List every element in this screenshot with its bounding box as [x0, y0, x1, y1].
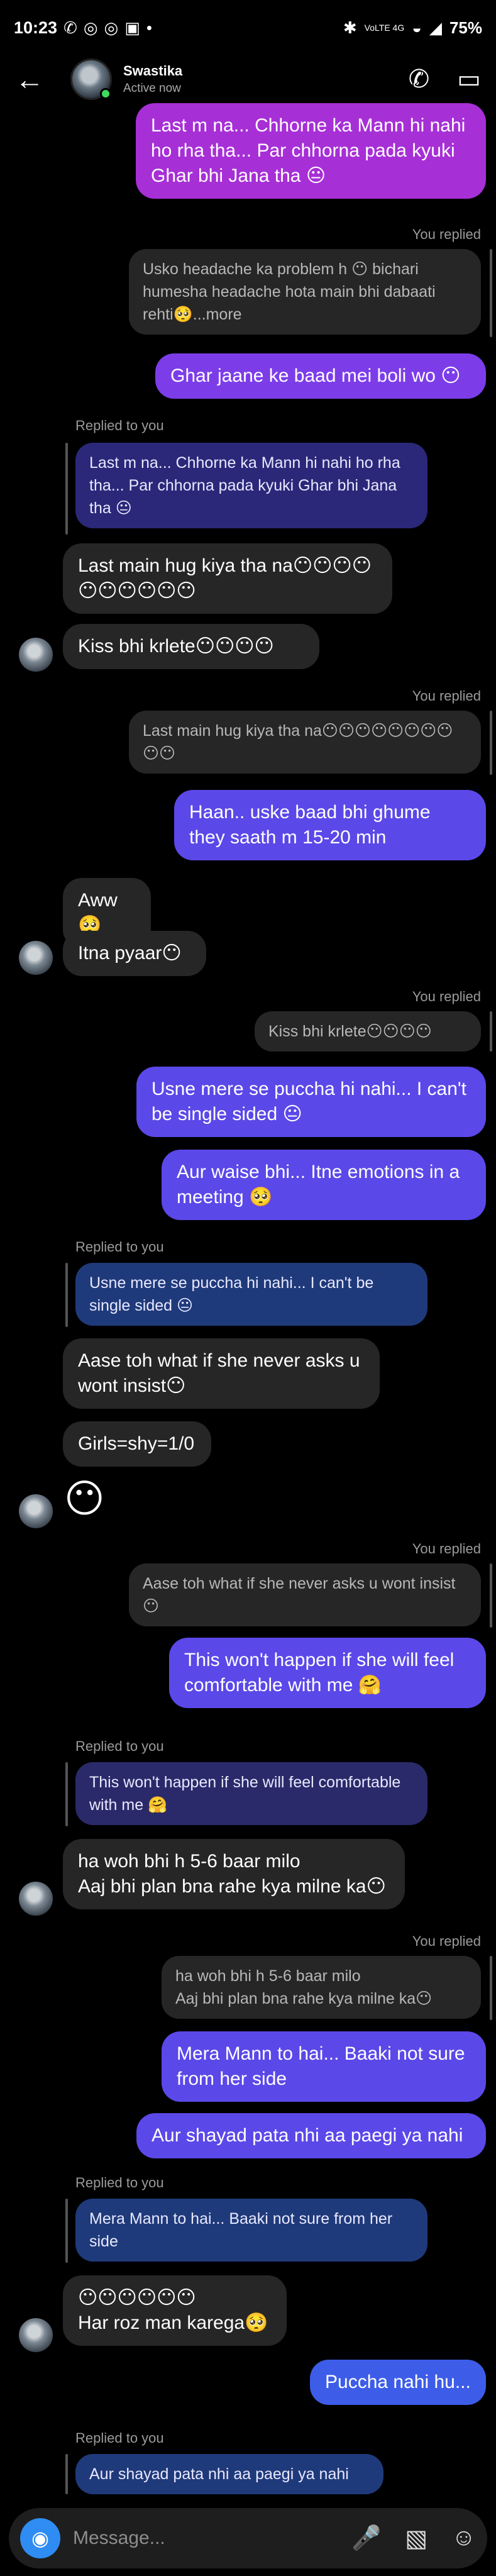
- reply-bar: [490, 711, 492, 775]
- outgoing-message[interactable]: Haan.. uske baad bhi ghume they saath m …: [174, 790, 486, 860]
- reply-bar: [490, 1956, 492, 2020]
- reply-label: Replied to you: [75, 2430, 164, 2446]
- reply-bar: [490, 1011, 492, 1052]
- reply-bar: [65, 2199, 68, 2263]
- back-arrow-icon[interactable]: ←: [15, 62, 53, 96]
- dot-icon: •: [146, 18, 152, 37]
- reply-bar: [65, 1263, 68, 1327]
- outgoing-message[interactable]: This won't happen if she will feel comfo…: [169, 1638, 486, 1708]
- reply-bar: [65, 443, 68, 535]
- incoming-message[interactable]: ha woh bhi h 5-6 baar milo Aaj bhi plan …: [63, 1839, 405, 1909]
- reply-label: Replied to you: [75, 2175, 164, 2190]
- facebook-icon: ▣: [124, 18, 140, 37]
- network-label: VoLTE 4G: [364, 23, 405, 33]
- reply-label: Replied to you: [75, 1239, 164, 1255]
- reply-quote[interactable]: Usko headache ka problem h 😶 bichari hum…: [129, 249, 481, 335]
- message-composer: ◉ Message... 🎤 ▧ ☺: [9, 2508, 487, 2568]
- reply-bar: [490, 1563, 492, 1628]
- phone-icon[interactable]: ✆: [409, 65, 430, 94]
- whatsapp-icon: ✆: [63, 18, 77, 37]
- sender-avatar[interactable]: [19, 1882, 53, 1916]
- video-call-icon[interactable]: ▭: [457, 65, 481, 94]
- reply-label: You replied: [412, 1541, 481, 1557]
- incoming-message[interactable]: Girls=shy=1/0: [63, 1421, 211, 1467]
- incoming-message[interactable]: Aase toh what if she never asks u wont i…: [63, 1338, 380, 1409]
- outgoing-message[interactable]: Mera Mann to hai... Baaki not sure from …: [162, 2031, 486, 2102]
- bluetooth-icon: ✱: [343, 18, 357, 37]
- reply-quote[interactable]: Last m na... Chhorne ka Mann hi nahi ho …: [75, 443, 427, 528]
- sender-avatar[interactable]: [19, 1494, 53, 1528]
- status-bar: 10:23 ✆ ◎ ◎ ▣ • ✱ VoLTE 4G ◒ ◢ 75%: [0, 0, 496, 55]
- message-list[interactable]: Last m na... Chhorne ka Mann hi nahi ho …: [0, 103, 496, 2501]
- reply-bar: [490, 249, 492, 337]
- instagram-icon: ◎: [104, 18, 119, 37]
- clock: 10:23: [14, 18, 58, 37]
- reply-quote[interactable]: Usne mere se puccha hi nahi... I can't b…: [75, 1263, 427, 1326]
- sender-avatar[interactable]: [19, 941, 53, 975]
- camera-icon[interactable]: ◉: [20, 2518, 60, 2558]
- reply-quote[interactable]: Mera Mann to hai... Baaki not sure from …: [75, 2199, 427, 2262]
- outgoing-message[interactable]: Usne mere se puccha hi nahi... I can't b…: [136, 1067, 486, 1137]
- instagram-icon: ◎: [83, 18, 98, 37]
- reply-label: Replied to you: [75, 418, 164, 433]
- outgoing-message[interactable]: Aur waise bhi... Itne emotions in a meet…: [162, 1150, 486, 1220]
- reply-label: Replied to you: [75, 1738, 164, 1754]
- microphone-icon[interactable]: 🎤: [351, 2524, 381, 2553]
- contact-status: Active now: [123, 82, 181, 95]
- battery-label: 75%: [449, 18, 482, 37]
- emoji-message[interactable]: 😶: [64, 1475, 105, 1521]
- reply-label: You replied: [412, 688, 481, 704]
- reply-label: You replied: [412, 989, 481, 1004]
- reply-bar: [65, 1762, 68, 1826]
- outgoing-message[interactable]: Puccha nahi hu...: [310, 2360, 486, 2405]
- incoming-message[interactable]: Last main hug kiya tha na😶😶😶😶😶😶😶😶😶😶: [63, 543, 392, 614]
- notification-icons: ✆ ◎ ◎ ▣ •: [63, 18, 152, 38]
- incoming-message[interactable]: 😶😶😶😶😶😶 Har roz man karega🥺: [63, 2275, 287, 2346]
- sticker-icon[interactable]: ☺: [451, 2524, 476, 2553]
- outgoing-message[interactable]: Ghar jaane ke baad mei boli wo 😶: [155, 353, 486, 399]
- reply-quote[interactable]: Last main hug kiya tha na😶😶😶😶😶😶😶😶😶😶: [129, 711, 481, 774]
- incoming-message[interactable]: Itna pyaar😶: [63, 931, 206, 976]
- reply-label: You replied: [412, 226, 481, 242]
- reply-quote[interactable]: This won't happen if she will feel comfo…: [75, 1762, 427, 1825]
- reply-quote[interactable]: Aase toh what if she never asks u wont i…: [129, 1563, 481, 1626]
- sender-avatar[interactable]: [19, 2318, 53, 2352]
- wifi-icon: ◒: [412, 18, 422, 37]
- outgoing-message[interactable]: Aur shayad pata nhi aa paegi ya nahi: [136, 2113, 486, 2158]
- chat-header: ← Swastika Active now ✆ ▭: [0, 55, 496, 103]
- reply-quote[interactable]: Kiss bhi krlete😶😶😶😶: [255, 1011, 481, 1052]
- outgoing-message[interactable]: Last m na... Chhorne ka Mann hi nahi ho …: [136, 103, 486, 199]
- message-input[interactable]: Message...: [73, 2528, 165, 2549]
- reply-quote[interactable]: ha woh bhi h 5-6 baar milo Aaj bhi plan …: [162, 1956, 481, 2019]
- online-indicator: [100, 88, 111, 99]
- contact-name: Swastika: [123, 63, 183, 79]
- gallery-icon[interactable]: ▧: [405, 2524, 427, 2553]
- reply-label: You replied: [412, 1933, 481, 1949]
- incoming-message[interactable]: Kiss bhi krlete😶😶😶😶: [63, 624, 319, 669]
- signal-icon: ◢: [429, 18, 442, 37]
- contact-info[interactable]: Swastika Active now: [123, 63, 182, 96]
- avatar[interactable]: [70, 58, 112, 100]
- reply-bar: [65, 2454, 68, 2494]
- reply-quote[interactable]: Aur shayad pata nhi aa paegi ya nahi: [75, 2454, 383, 2494]
- header-actions: ✆ ▭: [409, 65, 481, 94]
- sender-avatar[interactable]: [19, 638, 53, 672]
- composer-tools: 🎤 ▧ ☺: [351, 2524, 476, 2553]
- system-icons: ✱ VoLTE 4G ◒ ◢ 75%: [343, 18, 482, 38]
